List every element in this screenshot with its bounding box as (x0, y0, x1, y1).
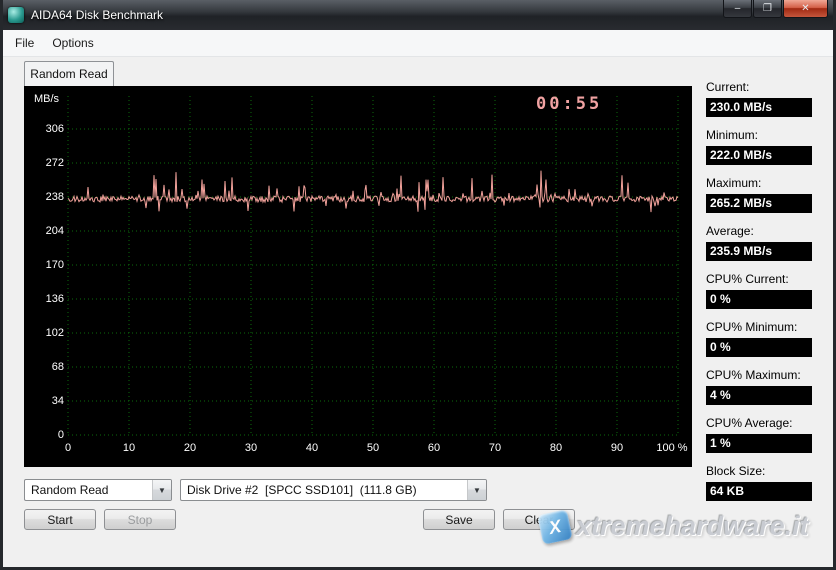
benchmark-type-value: Random Read (25, 483, 152, 497)
menubar: File Options (0, 30, 836, 57)
tab-label: Random Read (30, 67, 107, 81)
y-axis-unit-label: MB/s (34, 93, 59, 105)
minimize-icon: – (735, 4, 741, 14)
start-button[interactable]: Start (24, 509, 96, 530)
stat-value: 0 % (706, 290, 812, 309)
chevron-down-icon: ▼ (152, 480, 171, 500)
stat-value: 222.0 MB/s (706, 146, 812, 165)
stat-cpu-current: CPU% Current: 0 % (706, 272, 812, 309)
stat-block-size: Block Size: 64 KB (706, 464, 812, 501)
window-controls: – ❐ ✕ (722, 0, 828, 18)
stat-value: 0 % (706, 338, 812, 357)
titlebar[interactable]: AIDA64 Disk Benchmark – ❐ ✕ (0, 0, 836, 30)
stat-minimum: Minimum: 222.0 MB/s (706, 128, 812, 165)
aida64-window: AIDA64 Disk Benchmark – ❐ ✕ File Options… (0, 0, 836, 570)
maximize-icon: ❐ (763, 4, 772, 14)
drive-select[interactable]: Disk Drive #2 [SPCC SSD101] (111.8 GB) ▼ (180, 479, 487, 501)
stop-button[interactable]: Stop (104, 509, 176, 530)
stat-cpu-maximum: CPU% Maximum: 4 % (706, 368, 812, 405)
stat-value: 235.9 MB/s (706, 242, 812, 261)
save-button[interactable]: Save (423, 509, 495, 530)
close-button[interactable]: ✕ (783, 0, 828, 18)
benchmark-type-select[interactable]: Random Read ▼ (24, 479, 172, 501)
tab-random-read[interactable]: Random Read (24, 61, 114, 86)
stat-average: Average: 235.9 MB/s (706, 224, 812, 261)
stat-cpu-average: CPU% Average: 1 % (706, 416, 812, 453)
chevron-down-icon: ▼ (467, 480, 486, 500)
chart-panel: MB/s 00:55 30627223820417013610268340 01… (24, 86, 692, 467)
watermark-text: xtremehardware.it (576, 511, 809, 542)
stat-label: CPU% Minimum: (706, 320, 812, 334)
stat-label: Average: (706, 224, 812, 238)
stat-maximum: Maximum: 265.2 MB/s (706, 176, 812, 213)
window-title: AIDA64 Disk Benchmark (31, 8, 163, 22)
stat-label: CPU% Maximum: (706, 368, 812, 382)
stat-value: 265.2 MB/s (706, 194, 812, 213)
minimize-button[interactable]: – (723, 0, 752, 18)
elapsed-time-label: 00:55 (536, 94, 602, 114)
stat-value: 230.0 MB/s (706, 98, 812, 117)
stat-value: 1 % (706, 434, 812, 453)
watermark: X xtremehardware.it (540, 511, 809, 542)
menu-item-file[interactable]: File (6, 32, 43, 54)
close-icon: ✕ (801, 4, 809, 14)
stat-label: CPU% Average: (706, 416, 812, 430)
stat-current: Current: 230.0 MB/s (706, 80, 812, 117)
drive-select-value: Disk Drive #2 [SPCC SSD101] (111.8 GB) (181, 483, 467, 497)
stat-label: Maximum: (706, 176, 812, 190)
stat-label: Block Size: (706, 464, 812, 478)
stats-panel: Current: 230.0 MB/s Minimum: 222.0 MB/s … (706, 80, 812, 512)
stat-label: Minimum: (706, 128, 812, 142)
stat-value: 4 % (706, 386, 812, 405)
clear-button[interactable]: Clear (503, 509, 575, 530)
benchmark-chart (24, 86, 692, 467)
stat-label: CPU% Current: (706, 272, 812, 286)
menu-item-options[interactable]: Options (43, 32, 102, 54)
stat-value: 64 KB (706, 482, 812, 501)
app-icon (8, 7, 24, 23)
stat-label: Current: (706, 80, 812, 94)
stat-cpu-minimum: CPU% Minimum: 0 % (706, 320, 812, 357)
maximize-button[interactable]: ❐ (753, 0, 782, 18)
